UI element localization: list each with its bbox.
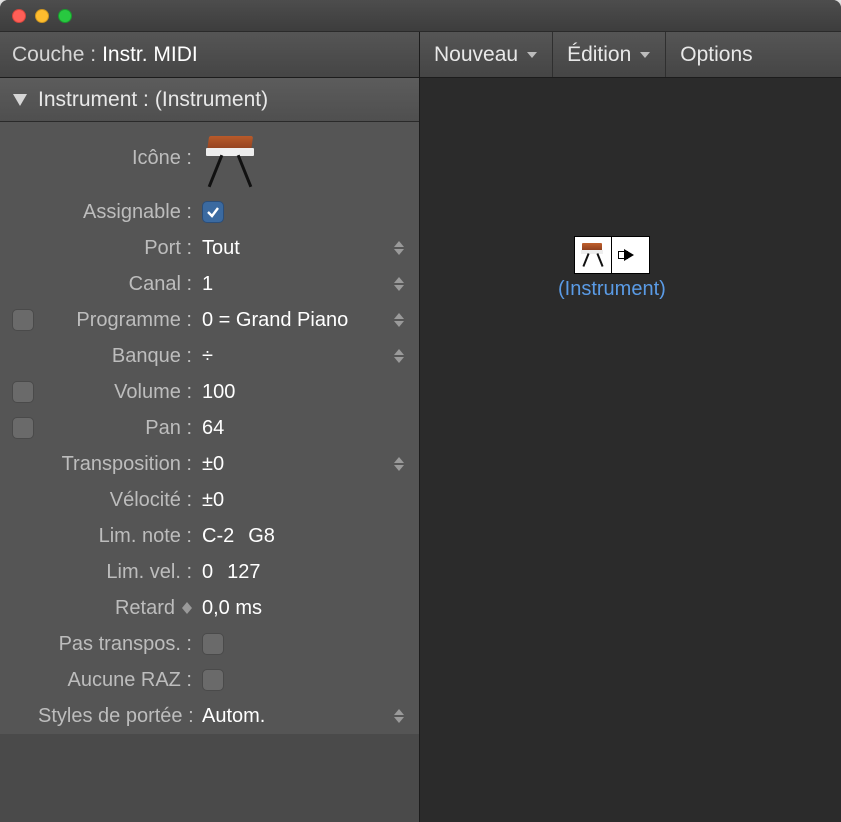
delay-mode-stepper[interactable] [182, 602, 192, 614]
prop-label-port: Port : [38, 237, 198, 260]
prop-label-program: Programme : [38, 309, 198, 332]
prop-label-icon: Icône : [38, 147, 198, 170]
environment-workspace: Nouveau Édition Options [420, 32, 841, 822]
transpose-field[interactable]: ±0 [198, 453, 411, 476]
stepper-icon[interactable] [391, 235, 407, 261]
velocity-field[interactable]: ±0 [198, 489, 411, 512]
bank-field[interactable]: ÷ [198, 345, 411, 368]
disclosure-triangle-icon [12, 93, 28, 107]
options-menu[interactable]: Options [666, 32, 766, 77]
titlebar [0, 0, 841, 32]
prop-label-assignable: Assignable : [38, 201, 198, 224]
transpose-value: ±0 [202, 453, 224, 476]
env-object-label: (Instrument) [558, 278, 666, 301]
note-limit-high[interactable]: G8 [248, 525, 275, 548]
layer-selector[interactable]: Couche : Instr. MIDI [0, 32, 419, 78]
layer-value: Instr. MIDI [102, 43, 198, 67]
options-menu-label: Options [680, 43, 752, 67]
channel-field[interactable]: 1 [198, 273, 411, 296]
program-field[interactable]: 0 = Grand Piano [198, 309, 411, 332]
minimize-window-button[interactable] [35, 9, 49, 23]
env-object-tiles [574, 236, 650, 274]
edit-menu-label: Édition [567, 43, 631, 67]
synth-on-stand-icon [579, 241, 607, 269]
program-enable-checkbox[interactable] [12, 309, 34, 331]
stepper-icon[interactable] [391, 451, 407, 477]
pan-field[interactable]: 64 [198, 417, 411, 440]
prop-label-transpose: Transposition : [38, 453, 198, 476]
no-reset-checkbox[interactable] [202, 669, 224, 691]
delay-field[interactable]: 0,0 ms [198, 597, 411, 620]
note-limit-low[interactable]: C-2 [202, 525, 234, 548]
pan-value: 64 [202, 417, 224, 440]
volume-value: 100 [202, 381, 235, 404]
velocity-value: ±0 [202, 489, 224, 512]
edit-menu[interactable]: Édition [553, 32, 666, 77]
workspace-toolbar: Nouveau Édition Options [420, 32, 841, 78]
pan-enable-checkbox[interactable] [12, 417, 34, 439]
icon-picker[interactable] [198, 128, 411, 188]
bank-value: ÷ [202, 345, 213, 368]
synth-on-stand-icon [202, 130, 262, 186]
section-header[interactable]: Instrument : (Instrument) [0, 78, 419, 122]
chevron-down-icon [526, 51, 538, 59]
vel-limit-low[interactable]: 0 [202, 561, 213, 584]
prop-label-no-transpose: Pas transpos. : [38, 633, 198, 656]
prop-label-staff-style: Styles de portée : [38, 705, 198, 728]
prop-label-channel: Canal : [38, 273, 198, 296]
stepper-icon[interactable] [391, 343, 407, 369]
delay-value: 0,0 ms [202, 597, 262, 620]
channel-value: 1 [202, 273, 213, 296]
prop-label-volume: Volume : [38, 381, 198, 404]
prop-label-note-limit: Lim. note : [38, 525, 198, 548]
program-value: 0 = Grand Piano [202, 309, 348, 332]
env-object-icon-tile [574, 236, 612, 274]
prop-label-velocity: Vélocité : [38, 489, 198, 512]
stepper-icon[interactable] [391, 703, 407, 729]
env-object-output-tile [612, 236, 650, 274]
section-prefix: Instrument : [38, 88, 149, 112]
prop-label-delay: Retard [115, 597, 175, 620]
volume-field[interactable]: 100 [198, 381, 411, 404]
new-menu[interactable]: Nouveau [420, 32, 553, 77]
prop-label-pan: Pan : [38, 417, 198, 440]
inspector-panel: Couche : Instr. MIDI Instrument : (Instr… [0, 32, 420, 822]
environment-canvas[interactable]: (Instrument) [420, 78, 841, 822]
no-transpose-checkbox[interactable] [202, 633, 224, 655]
zoom-window-button[interactable] [58, 9, 72, 23]
prop-label-vel-limit: Lim. vel. : [38, 561, 198, 584]
section-object-name: (Instrument) [155, 88, 268, 112]
new-menu-label: Nouveau [434, 43, 518, 67]
assignable-checkbox[interactable] [202, 201, 224, 223]
volume-enable-checkbox[interactable] [12, 381, 34, 403]
close-window-button[interactable] [12, 9, 26, 23]
port-value: Tout [202, 237, 240, 260]
chevron-down-icon [639, 51, 651, 59]
staff-style-field[interactable]: Autom. [198, 705, 411, 728]
stepper-icon[interactable] [391, 307, 407, 333]
staff-style-value: Autom. [202, 705, 265, 728]
vel-limit-high[interactable]: 127 [227, 561, 260, 584]
layer-label: Couche : [12, 43, 96, 67]
port-field[interactable]: Tout [198, 237, 411, 260]
stepper-icon[interactable] [391, 271, 407, 297]
prop-label-bank: Banque : [38, 345, 198, 368]
output-arrow-icon [624, 249, 634, 261]
environment-object-instrument[interactable]: (Instrument) [558, 236, 666, 301]
prop-label-no-reset: Aucune RAZ : [38, 669, 198, 692]
